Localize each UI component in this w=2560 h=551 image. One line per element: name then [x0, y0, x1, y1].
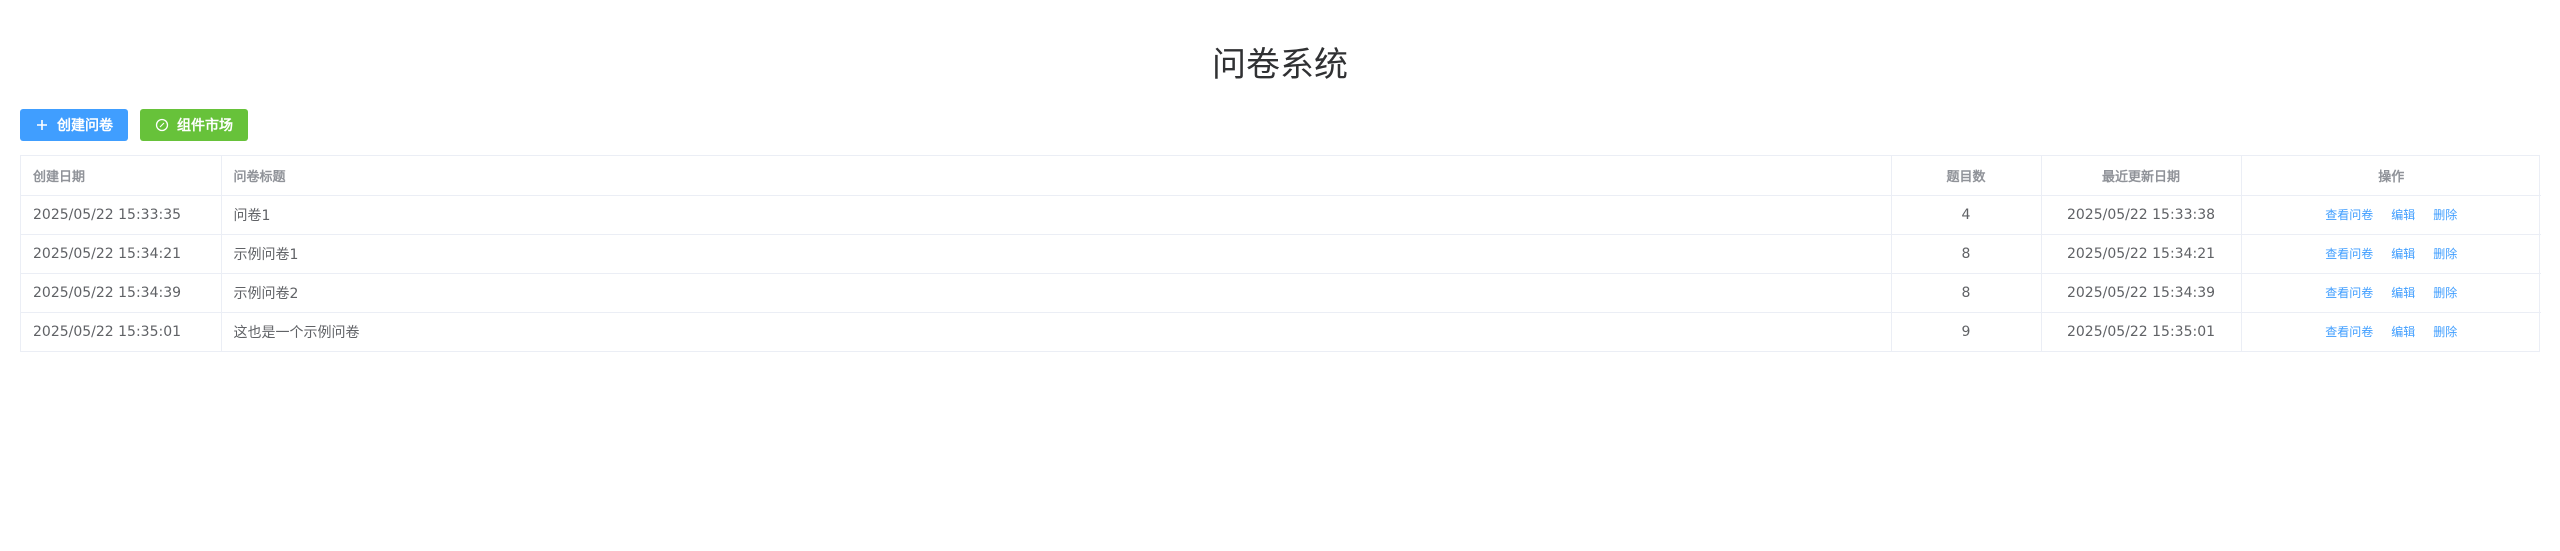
cell-created: 2025/05/22 15:34:21 — [21, 234, 222, 274]
table-row: 2025/05/22 15:34:21 示例问卷1 8 2025/05/22 1… — [21, 234, 2541, 274]
column-header-actions: 操作 — [2241, 156, 2541, 196]
cell-title: 这也是一个示例问卷 — [221, 312, 1892, 351]
cell-title: 示例问卷1 — [221, 234, 1892, 274]
table-row: 2025/05/22 15:33:35 问卷1 4 2025/05/22 15:… — [21, 195, 2541, 235]
cell-actions: 查看问卷 编辑 删除 — [2241, 234, 2541, 274]
toolbar: 创建问卷 组件市场 — [20, 109, 248, 141]
column-header-title: 问卷标题 — [221, 156, 1892, 196]
view-survey-link[interactable]: 查看问卷 — [2325, 245, 2373, 262]
column-header-updated: 最近更新日期 — [2041, 156, 2242, 196]
view-survey-link[interactable]: 查看问卷 — [2325, 323, 2373, 340]
column-header-question-count: 题目数 — [1891, 156, 2042, 196]
view-survey-link[interactable]: 查看问卷 — [2325, 284, 2373, 301]
delete-link[interactable]: 删除 — [2433, 284, 2457, 301]
table-row: 2025/05/22 15:35:01 这也是一个示例问卷 9 2025/05/… — [21, 312, 2541, 351]
cell-created: 2025/05/22 15:33:35 — [21, 195, 222, 235]
column-header-created: 创建日期 — [21, 156, 222, 196]
delete-link[interactable]: 删除 — [2433, 206, 2457, 223]
table-header-row: 创建日期 问卷标题 题目数 最近更新日期 操作 — [21, 156, 2541, 196]
plus-icon — [35, 118, 49, 132]
edit-link[interactable]: 编辑 — [2391, 245, 2415, 262]
cell-question-count: 9 — [1891, 312, 2042, 351]
cell-question-count: 8 — [1891, 234, 2042, 274]
page-title: 问卷系统 — [1212, 45, 1348, 85]
delete-link[interactable]: 删除 — [2433, 323, 2457, 340]
compass-icon — [155, 118, 169, 132]
cell-actions: 查看问卷 编辑 删除 — [2241, 312, 2541, 351]
create-survey-button[interactable]: 创建问卷 — [20, 109, 128, 141]
delete-link[interactable]: 删除 — [2433, 245, 2457, 262]
cell-updated: 2025/05/22 15:34:39 — [2041, 273, 2242, 313]
cell-updated: 2025/05/22 15:35:01 — [2041, 312, 2242, 351]
cell-updated: 2025/05/22 15:34:21 — [2041, 234, 2242, 274]
cell-actions: 查看问卷 编辑 删除 — [2241, 195, 2541, 235]
component-market-label: 组件市场 — [177, 118, 233, 134]
cell-question-count: 4 — [1891, 195, 2042, 235]
edit-link[interactable]: 编辑 — [2391, 206, 2415, 223]
view-survey-link[interactable]: 查看问卷 — [2325, 206, 2373, 223]
page: 问卷系统 创建问卷 组件市场 创建日期 问卷标题 题目数 最近更新日期 操作 2… — [0, 0, 2560, 551]
cell-title: 示例问卷2 — [221, 273, 1892, 313]
edit-link[interactable]: 编辑 — [2391, 284, 2415, 301]
cell-question-count: 8 — [1891, 273, 2042, 313]
cell-created: 2025/05/22 15:34:39 — [21, 273, 222, 313]
cell-title: 问卷1 — [221, 195, 1892, 235]
component-market-button[interactable]: 组件市场 — [140, 109, 248, 141]
create-survey-label: 创建问卷 — [57, 118, 113, 134]
cell-created: 2025/05/22 15:35:01 — [21, 312, 222, 351]
cell-updated: 2025/05/22 15:33:38 — [2041, 195, 2242, 235]
survey-table: 创建日期 问卷标题 题目数 最近更新日期 操作 2025/05/22 15:33… — [20, 155, 2541, 352]
edit-link[interactable]: 编辑 — [2391, 323, 2415, 340]
cell-actions: 查看问卷 编辑 删除 — [2241, 273, 2541, 313]
table-row: 2025/05/22 15:34:39 示例问卷2 8 2025/05/22 1… — [21, 273, 2541, 313]
